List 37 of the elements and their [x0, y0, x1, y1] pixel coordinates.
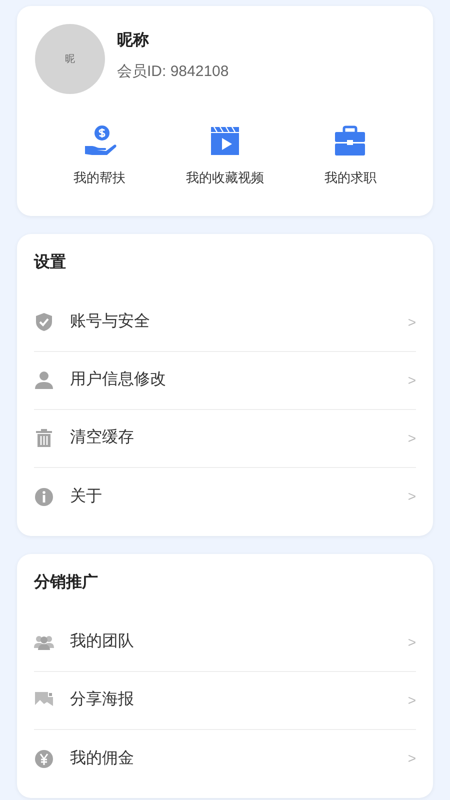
chevron: > — [408, 749, 416, 768]
menu-item[interactable]: 关于 > — [34, 468, 416, 526]
info-icon — [34, 486, 54, 506]
chevron: > — [408, 487, 416, 506]
shield-check-icon — [34, 312, 54, 332]
menu-label: 清空缓存 — [70, 428, 135, 448]
member-id: 会员ID: 9842108 — [117, 62, 229, 82]
briefcase-icon — [333, 124, 368, 158]
chevron: > — [408, 690, 416, 710]
menu-label: 关于 — [70, 486, 103, 506]
menu-item[interactable]: 账号与安全 > — [34, 294, 416, 352]
menu-label: 我的佣金 — [70, 748, 135, 768]
chevron: > — [408, 632, 416, 652]
menu-label: 用户信息修改 — [70, 370, 167, 390]
image-icon — [34, 690, 54, 710]
menu-label: 我的团队 — [70, 632, 135, 652]
menu-label: 分享海报 — [70, 690, 135, 710]
trash-icon — [34, 428, 54, 448]
shortcut-button[interactable]: 我的收藏视频 — [162, 124, 288, 188]
menu-item[interactable]: 清空缓存 > — [34, 410, 416, 468]
coin-hand-icon — [82, 124, 117, 158]
chevron: > — [408, 428, 416, 448]
menu-item[interactable]: 我的佣金 > — [34, 730, 416, 788]
shortcut-button[interactable]: 我的求职 — [288, 124, 413, 188]
chevron: > — [408, 312, 416, 332]
section-title: 分销推广 — [34, 572, 99, 592]
menu-item[interactable]: 分享海报 > — [34, 672, 416, 730]
shortcut-button[interactable]: 我的帮扶 — [37, 124, 162, 188]
yen-coin-icon — [34, 748, 54, 768]
menu-label: 账号与安全 — [70, 312, 151, 332]
nickname: 昵称 — [117, 30, 150, 51]
menu-item[interactable]: 用户信息修改 > — [34, 352, 416, 410]
chevron: > — [408, 370, 416, 390]
menu-item[interactable]: 我的团队 > — [34, 614, 416, 672]
section-title: 设置 — [34, 252, 67, 272]
avatar: 昵 — [35, 24, 105, 94]
user-icon — [34, 370, 54, 390]
